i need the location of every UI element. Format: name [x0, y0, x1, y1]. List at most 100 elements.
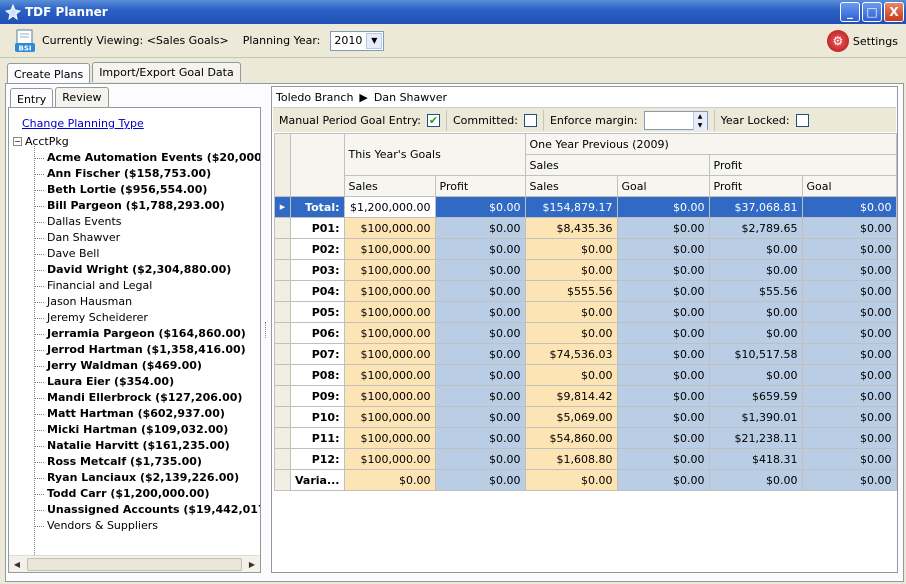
column-header-prev-sales-goal[interactable]: Goal: [616, 175, 710, 197]
row-selector[interactable]: [274, 469, 291, 491]
table-row[interactable]: P06: $100,000.00 $0.00 $0.00 $0.00 $0.00 $0.00: [274, 322, 897, 344]
tab-create-plans[interactable]: Create Plans: [7, 63, 91, 85]
cell-this-profit[interactable]: $0.00: [434, 196, 526, 218]
table-row[interactable]: P12: $100,000.00 $0.00 $1,608.80 $0.00 $418.3…: [274, 448, 897, 470]
cell-this-sales[interactable]: $100,000.00: [343, 259, 436, 281]
row-selector[interactable]: [274, 427, 291, 449]
change-planning-type-link[interactable]: Change Planning Type: [22, 117, 144, 130]
cell-this-sales[interactable]: $100,000.00: [343, 406, 436, 428]
tree-item[interactable]: Beth Lortie ($956,554.00): [34, 182, 260, 198]
cell-this-sales[interactable]: $100,000.00: [343, 427, 436, 449]
cell-this-profit[interactable]: $0.00: [434, 448, 526, 470]
tree-item[interactable]: Jerrod Hartman ($1,358,416.00): [34, 342, 260, 358]
tree-item[interactable]: Micki Hartman ($109,032.00): [34, 422, 260, 438]
tree-item[interactable]: Dan Shawver: [34, 230, 260, 246]
cell-this-profit[interactable]: $0.00: [434, 385, 526, 407]
cell-this-sales[interactable]: $100,000.00: [343, 301, 436, 323]
tree-item[interactable]: Unassigned Accounts ($19,442,017.00: [34, 502, 260, 518]
tree-item[interactable]: Mandi Ellerbrock ($127,206.00): [34, 390, 260, 406]
column-header-this-profit[interactable]: Profit: [434, 175, 526, 197]
table-row[interactable]: P07: $100,000.00 $0.00 $74,536.03 $0.00 $10,5…: [274, 343, 897, 365]
cell-this-profit[interactable]: $0.00: [434, 427, 526, 449]
column-header-prev-profit-goal[interactable]: Goal: [801, 175, 897, 197]
row-selector[interactable]: [274, 301, 291, 323]
scroll-left-icon[interactable]: ◀: [9, 556, 25, 572]
planning-year-select[interactable]: 2010 ▼: [330, 30, 385, 51]
cell-this-sales[interactable]: $100,000.00: [343, 217, 436, 239]
year-locked-checkbox[interactable]: [795, 113, 809, 127]
cell-this-sales[interactable]: $1,200,000.00: [343, 196, 436, 218]
cell-this-sales[interactable]: $100,000.00: [343, 280, 436, 302]
row-selector[interactable]: [274, 259, 291, 281]
cell-this-profit[interactable]: $0.00: [434, 364, 526, 386]
close-button[interactable]: X: [884, 2, 904, 22]
spin-down-icon[interactable]: ▼: [692, 120, 707, 130]
tab-review[interactable]: Review: [55, 87, 109, 107]
cell-this-sales[interactable]: $0.00: [343, 469, 436, 491]
tree-item[interactable]: Natalie Harvitt ($161,235.00): [34, 438, 260, 454]
cell-this-sales[interactable]: $100,000.00: [343, 364, 436, 386]
row-selector[interactable]: [274, 448, 291, 470]
tree-item[interactable]: Jerramia Pargeon ($164,860.00): [34, 326, 260, 342]
tree-item[interactable]: Financial and Legal: [34, 278, 260, 294]
cell-this-sales[interactable]: $100,000.00: [343, 238, 436, 260]
manual-entry-checkbox[interactable]: [427, 113, 440, 127]
tree-item[interactable]: Bill Pargeon ($1,788,293.00): [34, 198, 260, 214]
cell-this-profit[interactable]: $0.00: [434, 469, 526, 491]
column-header-prev-sales[interactable]: Sales: [524, 175, 618, 197]
tree-item[interactable]: David Wright ($2,304,880.00): [34, 262, 260, 278]
table-row[interactable]: P01: $100,000.00 $0.00 $8,435.36 $0.00 $2,789…: [274, 217, 897, 239]
chevron-down-icon[interactable]: ▼: [366, 32, 383, 49]
enforce-margin-spinner[interactable]: ▲ ▼: [643, 110, 708, 130]
row-selector[interactable]: [274, 322, 291, 344]
tree-item[interactable]: Laura Eier ($354.00): [34, 374, 260, 390]
column-header-prev-profit[interactable]: Profit: [708, 175, 803, 197]
tree-item[interactable]: Jerry Waldman ($469.00): [34, 358, 260, 374]
breadcrumb-branch[interactable]: Toledo Branch: [276, 91, 353, 104]
cell-this-profit[interactable]: $0.00: [434, 217, 526, 239]
cell-this-sales[interactable]: $100,000.00: [343, 385, 436, 407]
spin-up-icon[interactable]: ▲: [692, 111, 707, 121]
cell-this-profit[interactable]: $0.00: [434, 259, 526, 281]
tree-item[interactable]: Todd Carr ($1,200,000.00): [34, 486, 260, 502]
current-row-icon[interactable]: ▶: [274, 196, 291, 218]
cell-this-profit[interactable]: $0.00: [434, 238, 526, 260]
column-header-this-sales[interactable]: Sales: [343, 175, 436, 197]
tree-item[interactable]: Matt Hartman ($602,937.00): [34, 406, 260, 422]
row-selector[interactable]: [274, 238, 291, 260]
minimize-button[interactable]: _: [840, 2, 860, 22]
cell-this-sales[interactable]: $100,000.00: [343, 343, 436, 365]
settings-button[interactable]: ⚙ Settings: [826, 30, 898, 52]
tree-item[interactable]: Ross Metcalf ($1,735.00): [34, 454, 260, 470]
cell-this-profit[interactable]: $0.00: [434, 280, 526, 302]
row-selector[interactable]: [274, 406, 291, 428]
table-row[interactable]: P09: $100,000.00 $0.00 $9,814.42 $0.00 $659.5…: [274, 385, 897, 407]
cell-this-sales[interactable]: $100,000.00: [343, 322, 436, 344]
tree-item[interactable]: Jason Hausman: [34, 294, 260, 310]
tree-item[interactable]: Dave Bell: [34, 246, 260, 262]
row-selector[interactable]: [274, 217, 291, 239]
tree-item[interactable]: Ryan Lanciaux ($2,139,226.00): [34, 470, 260, 486]
horizontal-scrollbar[interactable]: ◀ ▶: [9, 555, 260, 572]
table-row[interactable]: P04: $100,000.00 $0.00 $555.56 $0.00 $55.56 $0…: [274, 280, 897, 302]
collapse-icon[interactable]: −: [13, 137, 22, 146]
cell-this-sales[interactable]: $100,000.00: [343, 448, 436, 470]
tree-item[interactable]: Acme Automation Events ($20,000.00: [34, 150, 260, 166]
maximize-button[interactable]: □: [862, 2, 882, 22]
row-selector[interactable]: [274, 343, 291, 365]
cell-this-profit[interactable]: $0.00: [434, 343, 526, 365]
tree-item[interactable]: Jeremy Scheiderer: [34, 310, 260, 326]
table-row[interactable]: P08: $100,000.00 $0.00 $0.00 $0.00 $0.00 $0.00: [274, 364, 897, 386]
row-selector[interactable]: [274, 385, 291, 407]
tab-import-export[interactable]: Import/Export Goal Data: [92, 62, 241, 82]
row-selector[interactable]: [274, 364, 291, 386]
tree-root[interactable]: − AcctPkg: [13, 135, 69, 148]
scroll-right-icon[interactable]: ▶: [244, 556, 260, 572]
scroll-thumb[interactable]: [27, 557, 242, 571]
table-row[interactable]: P02: $100,000.00 $0.00 $0.00 $0.00 $0.00 $0.00: [274, 238, 897, 260]
tree-item[interactable]: Vendors & Suppliers: [34, 518, 260, 534]
table-row[interactable]: P10: $100,000.00 $0.00 $5,069.00 $0.00 $1,390…: [274, 406, 897, 428]
row-selector[interactable]: [274, 280, 291, 302]
table-row[interactable]: P05: $100,000.00 $0.00 $0.00 $0.00 $0.00 $0.00: [274, 301, 897, 323]
cell-this-profit[interactable]: $0.00: [434, 301, 526, 323]
